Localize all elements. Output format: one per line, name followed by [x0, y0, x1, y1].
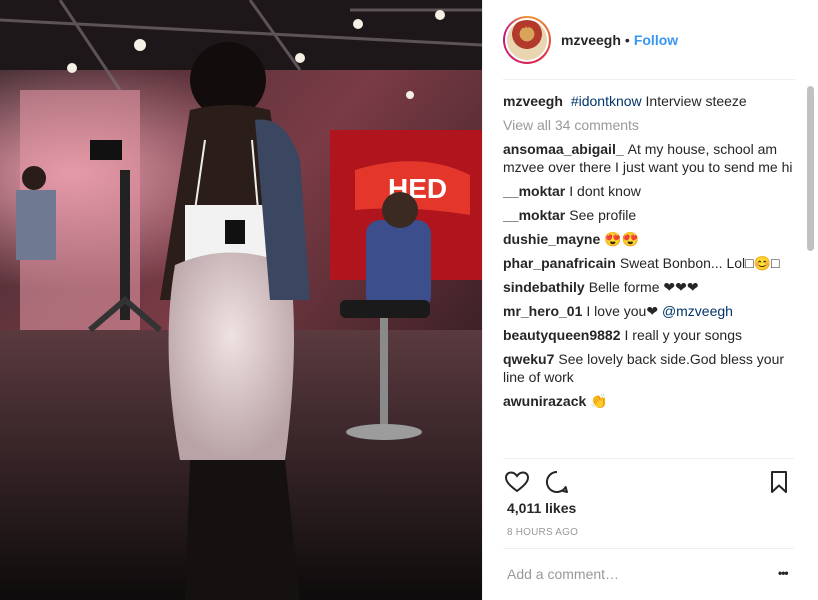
comment-item: __moktar I dont know — [503, 182, 793, 200]
caption-text: Interview steeze — [645, 93, 747, 109]
add-comment-input[interactable] — [507, 562, 757, 586]
comment-username[interactable]: __moktar — [503, 207, 565, 223]
comment-username[interactable]: beautyqueen9882 — [503, 327, 621, 343]
view-all-comments-link[interactable]: View all 34 comments — [503, 116, 793, 134]
header-username[interactable]: mzveegh — [561, 32, 621, 48]
heart-icon[interactable] — [503, 468, 531, 496]
caption: mzveegh #idontknow Interview steeze — [503, 92, 793, 110]
comment-text: See profile — [569, 207, 637, 223]
comment-bubble-icon[interactable] — [543, 468, 571, 496]
comment-text: I love you❤ — [586, 303, 659, 319]
comment-item: beautyqueen9882 I reall y your songs — [503, 326, 793, 344]
comment-item: phar_panafricain Sweat Bonbon... Lol□😊□ — [503, 254, 793, 272]
comment-username[interactable]: mr_hero_01 — [503, 303, 582, 319]
instagram-post-modal: HED mzvee mzveegh • Follow mzveegh #idon… — [0, 0, 818, 600]
comment-username[interactable]: phar_panafricain — [503, 255, 616, 271]
comment-username[interactable]: ansomaa_abigail_ — [503, 141, 624, 157]
caption-username[interactable]: mzveegh — [503, 93, 563, 109]
comment-text: 😍😍 — [604, 231, 640, 247]
actions-divider — [503, 458, 794, 459]
comment-item: awunirazack 👏 — [503, 392, 793, 410]
comment-item: sindebathily Belle forme ❤❤❤ — [503, 278, 793, 296]
comment-text: Belle forme ❤❤❤ — [588, 279, 699, 295]
bookmark-icon[interactable] — [765, 468, 793, 496]
comment-item: mr_hero_01 I love you❤ @mzveegh — [503, 302, 793, 320]
post-timestamp[interactable]: 8 HOURS AGO — [507, 527, 578, 538]
comment-username[interactable]: awunirazack — [503, 393, 586, 409]
comment-item: __moktar See profile — [503, 206, 793, 224]
avatar[interactable]: mzvee — [505, 18, 549, 62]
comment-text: I dont know — [569, 183, 641, 199]
comment-username[interactable]: qweku7 — [503, 351, 554, 367]
likes-count[interactable]: 4,011 likes — [507, 500, 576, 516]
comment-item: ansomaa_abigail_ At my house, school am m… — [503, 140, 793, 176]
comments-scrollbar[interactable] — [805, 84, 815, 458]
comment-item: dushie_mayne 😍😍 — [503, 230, 793, 248]
more-dots-icon[interactable]: ••• — [778, 566, 789, 580]
comment-username[interactable]: sindebathily — [503, 279, 585, 295]
comment-username[interactable]: dushie_mayne — [503, 231, 600, 247]
action-bar — [483, 464, 818, 500]
avatar-text: mzvee — [517, 24, 537, 30]
header-separator-dot: • — [624, 32, 630, 48]
comment-text: 👏 — [590, 393, 608, 409]
comments-list[interactable]: mzveegh #idontknow Interview steeze View… — [503, 82, 793, 460]
post-side-panel: mzvee mzveegh • Follow mzveegh #idontkno… — [482, 0, 818, 600]
studio-photo-illustration: HED — [0, 0, 482, 600]
comment-mention[interactable]: @mzveegh — [662, 303, 733, 319]
comment-text: I reall y your songs — [624, 327, 743, 343]
comment-input-divider — [503, 548, 794, 549]
comment-username[interactable]: __moktar — [503, 183, 565, 199]
story-ring[interactable]: mzvee — [503, 16, 551, 64]
comment-text: Sweat Bonbon... Lol□😊□ — [619, 255, 780, 271]
follow-button[interactable]: Follow — [634, 32, 678, 48]
comment-item: qweku7 See lovely back side.God bless you… — [503, 350, 793, 386]
post-photo[interactable]: HED — [0, 0, 482, 600]
caption-hashtag[interactable]: #idontknow — [571, 93, 642, 109]
header-divider — [503, 79, 795, 80]
scrollbar-thumb[interactable] — [807, 86, 814, 251]
post-header: mzvee mzveegh • Follow — [483, 0, 818, 80]
